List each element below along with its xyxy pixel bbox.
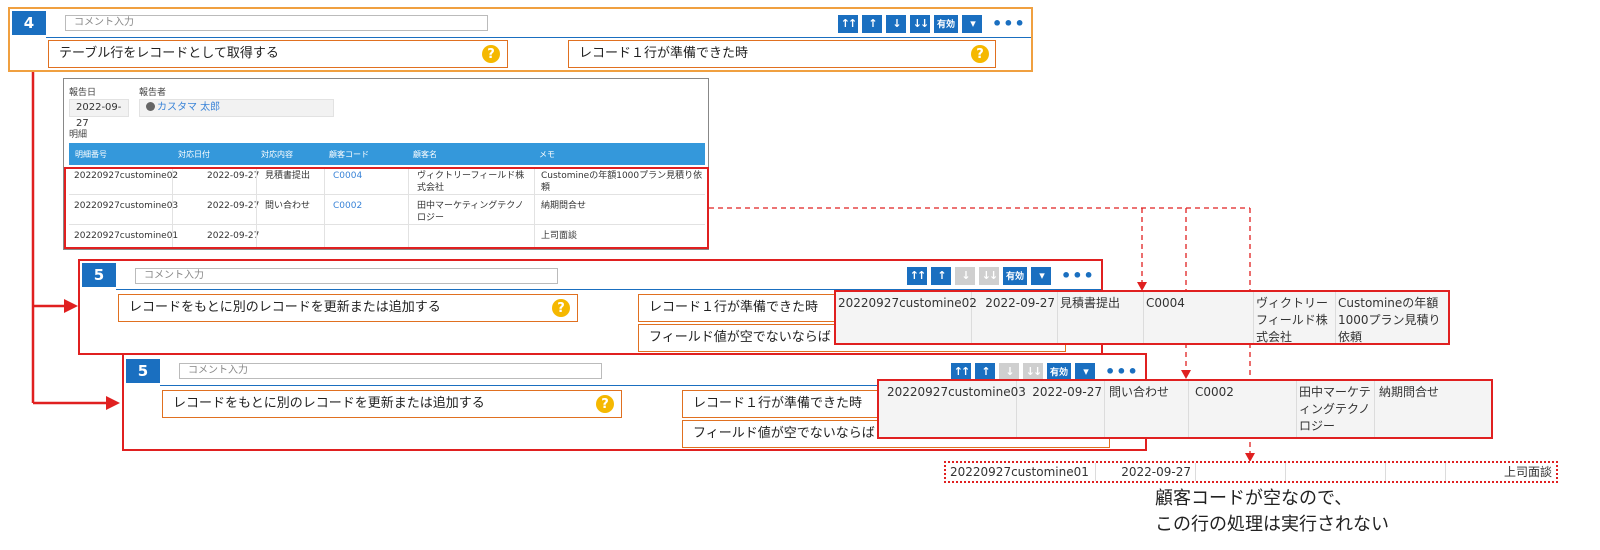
cell-date: 2022-09-27 bbox=[1096, 463, 1196, 481]
cell-content bbox=[1196, 463, 1286, 481]
step-number: 4 bbox=[12, 11, 46, 35]
comment-input[interactable]: コメント入力 bbox=[65, 15, 488, 31]
reporter-name[interactable]: カスタマ 太郎 bbox=[157, 102, 220, 113]
column-header: 顧客名 bbox=[413, 150, 437, 159]
step-number: 5 bbox=[126, 359, 160, 383]
column-header: 対応内容 bbox=[261, 150, 293, 159]
move-bottom-icon: ↓↓ bbox=[1023, 362, 1043, 381]
chevron-down-icon[interactable]: ▾ bbox=[1075, 362, 1095, 381]
move-bottom-icon: ↓↓ bbox=[979, 266, 999, 285]
move-top-icon[interactable]: ↑↑ bbox=[838, 14, 858, 33]
arrow-to-step5a bbox=[64, 299, 78, 313]
move-top-icon[interactable]: ↑↑ bbox=[907, 266, 927, 285]
help-icon[interactable]: ? bbox=[971, 45, 989, 63]
help-icon[interactable]: ? bbox=[482, 45, 500, 63]
action-field[interactable]: テーブル行をレコードとして取得する bbox=[48, 40, 508, 68]
help-icon[interactable]: ? bbox=[596, 395, 614, 413]
column-header: 対応日付 bbox=[178, 150, 210, 159]
report-date-label: 報告日 bbox=[69, 88, 97, 98]
comment-input[interactable]: コメント入力 bbox=[135, 268, 558, 284]
enabled-toggle[interactable]: 有効 bbox=[1003, 266, 1027, 285]
cell-code[interactable]: C0004 bbox=[1144, 292, 1254, 343]
move-up-icon[interactable]: ↑ bbox=[931, 266, 951, 285]
move-bottom-icon[interactable]: ↓↓ bbox=[910, 14, 930, 33]
callout-row-3: 20220927customine01 2022-09-27 上司面談 bbox=[944, 461, 1558, 483]
condition-field[interactable]: レコード１行が準備できた時 bbox=[568, 40, 996, 68]
move-down-icon: ↓ bbox=[955, 266, 975, 285]
cell-customer: ヴィクトリーフィールド株式会社 bbox=[1254, 292, 1336, 344]
step-number: 5 bbox=[82, 263, 116, 287]
column-header: 顧客コード bbox=[329, 150, 369, 159]
detail-label: 明細 bbox=[69, 130, 88, 140]
report-date-value: 2022-09-27 bbox=[69, 99, 129, 129]
cell-content: 問い合わせ bbox=[1107, 381, 1189, 437]
cell-id: 20220927customine02 bbox=[836, 292, 977, 343]
step-4-block: 4 コメント入力 ↑↑ ↑ ↓ ↓↓ 有効 ▾ ••• テーブル行をレコードとし… bbox=[8, 7, 1033, 72]
step-toolbar: ↑↑ ↑ ↓ ↓↓ 有効 ▾ ••• bbox=[907, 266, 1095, 285]
help-icon[interactable]: ? bbox=[552, 299, 570, 317]
arrow-to-step5b bbox=[106, 396, 120, 410]
arrow-callout2 bbox=[1181, 370, 1191, 379]
chevron-down-icon[interactable]: ▾ bbox=[1031, 266, 1051, 285]
chevron-down-icon[interactable]: ▾ bbox=[962, 14, 982, 33]
cell-date: 2022-09-27 bbox=[972, 292, 1058, 343]
cell-code[interactable]: C0002 bbox=[1193, 381, 1297, 437]
rows-highlight bbox=[64, 167, 709, 249]
more-icon[interactable]: ••• bbox=[992, 14, 1026, 33]
action-field[interactable]: レコードをもとに別のレコードを更新または追加する bbox=[118, 294, 578, 322]
cell-customer bbox=[1386, 463, 1446, 481]
step-toolbar: ↑↑ ↑ ↓ ↓↓ 有効 ▾ ••• bbox=[838, 14, 1026, 33]
note-line: この行の処理は実行されない bbox=[1155, 514, 1389, 535]
move-up-icon[interactable]: ↑ bbox=[975, 362, 995, 381]
note-line: 顧客コードが空なので、 bbox=[1155, 488, 1353, 509]
cell-id: 20220927customine03 bbox=[885, 381, 1026, 437]
cell-id: 20220927customine01 bbox=[946, 463, 1096, 481]
reporter-label: 報告者 bbox=[139, 88, 167, 98]
move-down-icon[interactable]: ↓ bbox=[886, 14, 906, 33]
explanation-note: 顧客コードが空なので、 この行の処理は実行されない bbox=[1155, 486, 1389, 538]
callout-row-2: 20220927customine03 2022-09-27 問い合わせ C00… bbox=[877, 379, 1493, 439]
comment-input[interactable]: コメント入力 bbox=[179, 363, 602, 379]
step-divider bbox=[46, 37, 1031, 38]
cell-content: 見積書提出 bbox=[1058, 292, 1144, 343]
column-header: 明細番号 bbox=[75, 150, 107, 159]
cell-memo: 納期問合せ bbox=[1379, 385, 1440, 399]
cell-date: 2022-09-27 bbox=[1017, 381, 1105, 437]
cell-memo: Customineの年額1000プラン見積り依頼 bbox=[1338, 296, 1441, 344]
move-down-icon: ↓ bbox=[999, 362, 1019, 381]
enabled-toggle[interactable]: 有効 bbox=[1047, 362, 1071, 381]
action-field[interactable]: レコードをもとに別のレコードを更新または追加する bbox=[162, 390, 622, 418]
cell-memo: 上司面談 bbox=[1503, 465, 1552, 479]
cell-customer: 田中マーケティングテクノロジー bbox=[1297, 381, 1375, 437]
cell-code bbox=[1286, 463, 1386, 481]
enabled-toggle[interactable]: 有効 bbox=[934, 14, 958, 33]
table-header: 明細番号 対応日付 対応内容 顧客コード 顧客名 メモ bbox=[69, 143, 705, 165]
reporter-value: カスタマ 太郎 bbox=[139, 99, 334, 117]
callout-row-1: 20220927customine02 2022-09-27 見積書提出 C00… bbox=[834, 290, 1450, 345]
move-up-icon[interactable]: ↑ bbox=[862, 14, 882, 33]
move-top-icon[interactable]: ↑↑ bbox=[951, 362, 971, 381]
avatar bbox=[146, 102, 155, 111]
column-header: メモ bbox=[539, 150, 555, 159]
more-icon[interactable]: ••• bbox=[1061, 266, 1095, 285]
